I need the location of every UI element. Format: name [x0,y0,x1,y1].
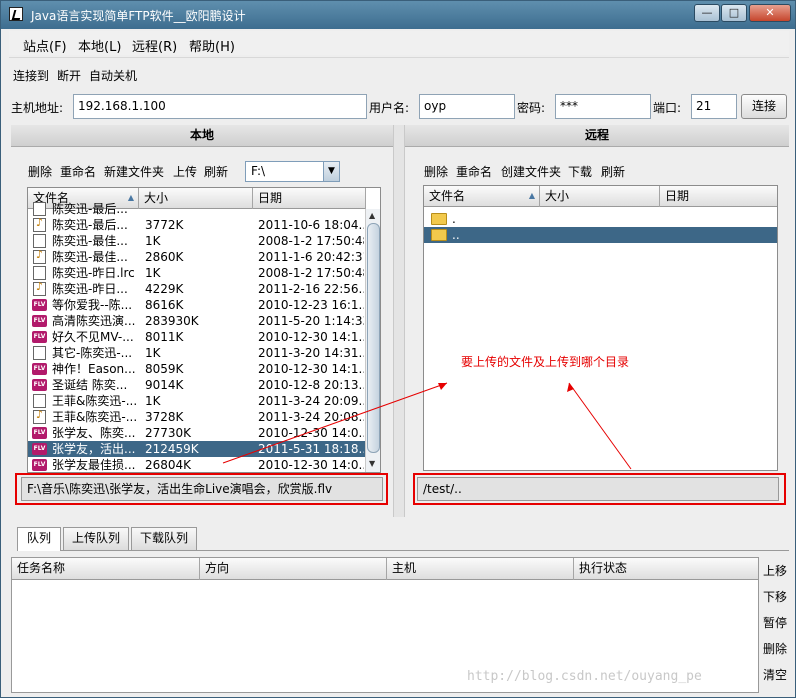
queue-col-direction[interactable]: 方向 [200,558,387,580]
delete-task-button[interactable]: 删除 [763,640,787,657]
app-window: Java语言实现简单FTP软件__欧阳鹏设计 — □ ✕ 站点(F) 本地(L)… [0,0,796,698]
arrow-to-file [222,382,448,464]
arrowhead-icon [438,383,447,390]
pause-button[interactable]: 暂停 [763,614,787,631]
move-up-button[interactable]: 上移 [763,562,787,579]
move-down-button[interactable]: 下移 [763,588,787,605]
queue-col-host[interactable]: 主机 [387,558,574,580]
queue-col-status[interactable]: 执行状态 [574,558,758,580]
watermark-text: http://blog.csdn.net/ouyang_pe [467,669,702,684]
tab-upload-queue[interactable]: 上传队列 [63,527,129,550]
tab-download-queue[interactable]: 下载队列 [131,527,197,550]
clear-button[interactable]: 清空 [763,666,787,683]
queue-table-header: 任务名称 方向 主机 执行状态 [12,558,758,580]
queue-col-task[interactable]: 任务名称 [12,558,200,580]
tab-queue[interactable]: 队列 [17,527,61,551]
queue-tabs: 队列 上传队列 下载队列 [17,527,789,551]
arrow-to-dir [568,382,632,470]
